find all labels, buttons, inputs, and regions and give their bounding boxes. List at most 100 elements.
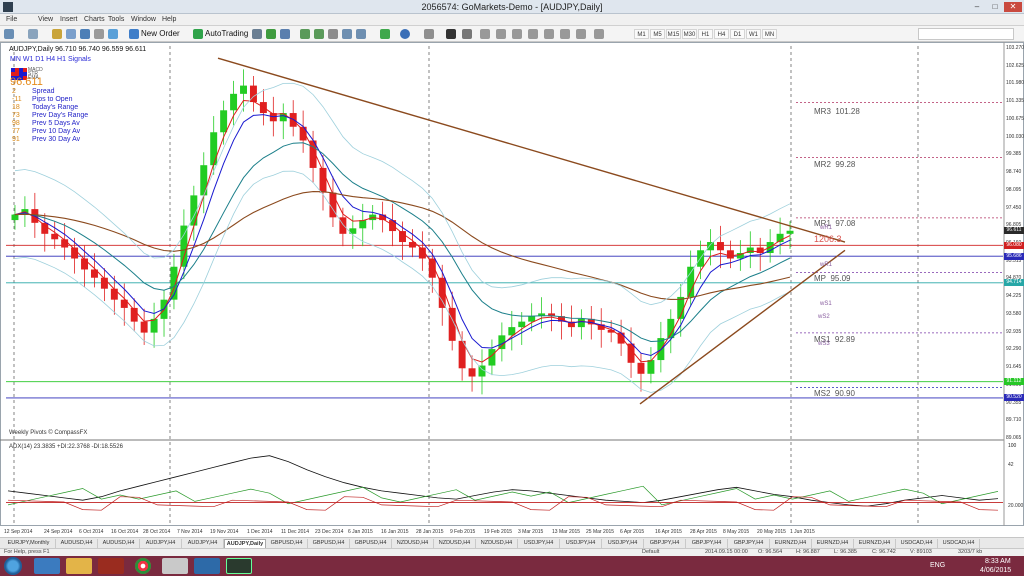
chart-tab[interactable]: GBPJPY,H4	[728, 539, 770, 548]
chart-canvas[interactable]	[0, 42, 1024, 526]
candlestick-icon[interactable]	[266, 29, 276, 39]
chart-tab[interactable]: NZDUSD,H4	[434, 539, 476, 548]
chart-tab[interactable]: GBPUSD,H4	[308, 539, 350, 548]
bar-chart-icon[interactable]	[252, 29, 262, 39]
date-axis-label: 19 Nov 2014	[210, 529, 239, 535]
chart-tab[interactable]: AUDJPY,H4	[182, 539, 224, 548]
data-window-icon[interactable]	[66, 29, 76, 39]
file-explorer-icon[interactable]	[66, 558, 92, 574]
menu-insert[interactable]: Insert	[60, 16, 78, 23]
date-axis-label: 25 Mar 2015	[586, 529, 615, 535]
chart-tab[interactable]: EURNZD,H4	[770, 539, 812, 548]
media-player-icon[interactable]	[98, 558, 124, 574]
new-order-button[interactable]: New Order	[127, 28, 180, 40]
word-icon[interactable]	[194, 558, 220, 574]
chart-tab[interactable]: NZDUSD,H4	[392, 539, 434, 548]
weekly-pivot-ws2-label: wS2	[818, 314, 830, 320]
price-axis-tick: 102.625	[1006, 62, 1024, 69]
new-chart-icon[interactable]	[4, 29, 14, 39]
timeframe-m30[interactable]: M30	[682, 29, 697, 39]
trendline-icon[interactable]	[512, 29, 522, 39]
menu-file[interactable]: File	[6, 16, 17, 23]
indicators-icon[interactable]	[380, 29, 390, 39]
channel-icon[interactable]	[528, 29, 538, 39]
menu-tools[interactable]: Tools	[108, 16, 124, 23]
candle-body-64	[647, 360, 655, 374]
chart-tab[interactable]: EURJPY,Monthly	[2, 539, 56, 548]
chart-tab[interactable]: USDJPY,H4	[518, 539, 560, 548]
search-input[interactable]	[918, 28, 1014, 40]
tile-windows-icon[interactable]	[328, 29, 338, 39]
date-axis-label: 9 Feb 2015	[450, 529, 476, 535]
minimize-button[interactable]: –	[968, 2, 986, 12]
menu-window[interactable]: Window	[131, 16, 156, 23]
timeframe-m1[interactable]: M1	[634, 29, 649, 39]
chart-tab[interactable]: USDJPY,H4	[602, 539, 644, 548]
chart-tab[interactable]: AUDJPY,H4	[140, 539, 182, 548]
chart-tab[interactable]: GBPJPY,H4	[644, 539, 686, 548]
price-tag: 94.714	[1004, 279, 1024, 287]
zoom-out-icon[interactable]	[314, 29, 324, 39]
autotrading-button[interactable]: AutoTrading	[191, 28, 248, 40]
arrows-icon[interactable]	[594, 29, 604, 39]
menu-charts[interactable]: Charts	[84, 16, 105, 23]
stat-label-spread: Spread	[32, 88, 55, 95]
zoom-in-icon[interactable]	[300, 29, 310, 39]
chart-tab[interactable]: NZDUSD,H4	[476, 539, 518, 548]
profiles-icon[interactable]	[28, 29, 38, 39]
chart-tab[interactable]: USDJPY,H4	[560, 539, 602, 548]
crosshair-icon[interactable]	[462, 29, 472, 39]
timeframe-w1[interactable]: W1	[746, 29, 761, 39]
notepad-icon[interactable]	[162, 558, 188, 574]
date-axis-label: 6 Apr 2015	[620, 529, 645, 535]
timeframe-m15[interactable]: M15	[666, 29, 681, 39]
chart-shift-icon[interactable]	[342, 29, 352, 39]
chart-tab[interactable]: AUDUSD,H4	[56, 539, 98, 548]
templates-icon[interactable]	[424, 29, 434, 39]
menu-view[interactable]: View	[38, 16, 53, 23]
adx-line	[7, 455, 999, 507]
terminal-icon[interactable]	[94, 29, 104, 39]
chart-tab[interactable]: EURNZD,H4	[812, 539, 854, 548]
text-tool-icon[interactable]	[560, 29, 570, 39]
chart-tab[interactable]: GBPUSD,H4	[266, 539, 308, 548]
chart-tab[interactable]: EURNZD,H4	[854, 539, 896, 548]
autoscroll-icon[interactable]	[356, 29, 366, 39]
price-axis-tick: 101.335	[1006, 98, 1024, 105]
ie-icon[interactable]	[34, 558, 60, 574]
maximize-button[interactable]: □	[986, 2, 1004, 12]
label-tool-icon[interactable]	[576, 29, 586, 39]
chart-tab[interactable]: USDCAD,H4	[938, 539, 980, 548]
chart-tab[interactable]: AUDJPY,Daily	[224, 539, 266, 548]
weekly-pivots-source-label: Weekly Pivots © CompassFX	[9, 430, 88, 436]
close-button[interactable]: ✕	[1004, 2, 1022, 12]
fibonacci-icon[interactable]	[544, 29, 554, 39]
chart-tab[interactable]: GBPUSD,H4	[350, 539, 392, 548]
periods-icon[interactable]	[400, 29, 410, 39]
cursor-icon[interactable]	[446, 29, 456, 39]
vertical-line-icon[interactable]	[480, 29, 490, 39]
pivot-mr3-value: 101.28	[835, 107, 860, 116]
status-open: O: 96.564	[758, 549, 783, 555]
line-chart-icon[interactable]	[280, 29, 290, 39]
timeframe-mn[interactable]: MN	[762, 29, 777, 39]
chart-tab[interactable]: AUDUSD,H4	[98, 539, 140, 548]
menu-help[interactable]: Help	[162, 16, 176, 23]
timeframe-d1[interactable]: D1	[730, 29, 745, 39]
navigator-icon[interactable]	[80, 29, 90, 39]
market-watch-icon[interactable]	[52, 29, 62, 39]
timeframe-m5[interactable]: M5	[650, 29, 665, 39]
metatrader-icon[interactable]	[226, 558, 252, 574]
chart-tab[interactable]: GBPJPY,H4	[686, 539, 728, 548]
start-button[interactable]	[4, 557, 22, 575]
date-axis-label: 23 Dec 2014	[315, 529, 344, 535]
timeframe-h1[interactable]: H1	[698, 29, 713, 39]
price-tag: 96.611	[1004, 227, 1024, 235]
tester-icon[interactable]	[108, 29, 118, 39]
chart-tab[interactable]: USDCAD,H4	[896, 539, 938, 548]
tray-language[interactable]: ENG	[930, 562, 945, 569]
chrome-icon[interactable]	[135, 558, 151, 574]
horizontal-line-icon[interactable]	[496, 29, 506, 39]
candle-body-70	[707, 242, 715, 251]
timeframe-h4[interactable]: H4	[714, 29, 729, 39]
